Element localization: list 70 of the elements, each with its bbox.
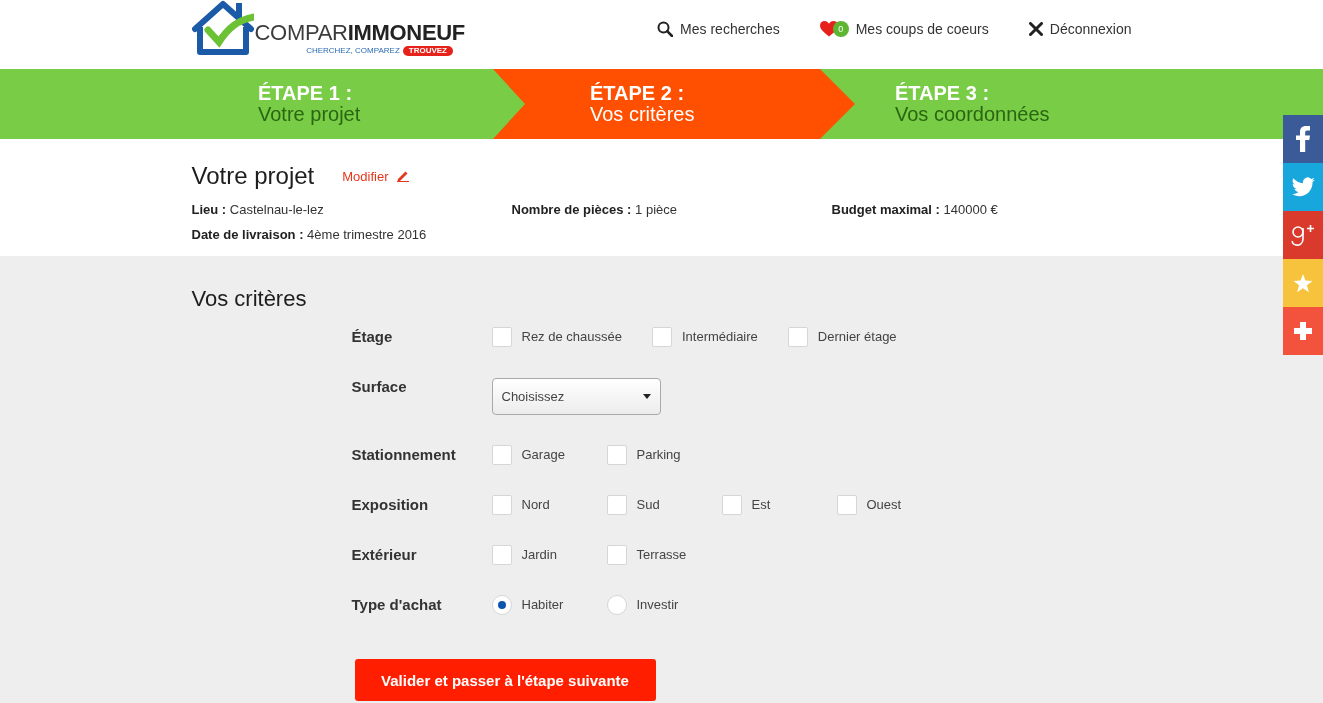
edit-link[interactable]: Modifier — [342, 168, 409, 184]
detail-label: Nombre de pièces : — [511, 202, 632, 217]
detail-value: 140000 € — [943, 202, 998, 217]
checkbox[interactable] — [721, 495, 742, 515]
checkbox[interactable] — [606, 445, 627, 465]
step-subtitle: Votre projet — [258, 104, 362, 125]
checkbox[interactable] — [787, 327, 808, 347]
submit-button[interactable]: Valider et passer à l'étape suivante — [354, 659, 656, 701]
step-subtitle: Vos critères — [590, 104, 696, 125]
star-icon — [1293, 273, 1313, 293]
step-title: ÉTAPE 2 : — [590, 83, 686, 104]
google-plus-icon — [1291, 224, 1315, 246]
checkbox[interactable] — [606, 545, 627, 565]
share-button[interactable] — [1283, 211, 1323, 259]
checkbox[interactable] — [491, 445, 512, 465]
checkbox[interactable] — [491, 495, 512, 515]
logo-tagline: CHERCHEZ, COMPAREZ — [306, 46, 400, 56]
option-label: Parking — [636, 446, 681, 464]
option-label: Ouest — [866, 496, 902, 514]
detail-value: 4ème trimestre 2016 — [307, 227, 427, 242]
field-label: Surface — [351, 377, 408, 397]
close-icon — [1028, 22, 1043, 36]
checkbox[interactable] — [606, 495, 627, 515]
field-label: Type d'achat — [351, 595, 443, 615]
nav-link[interactable]: Déconnexion — [1028, 20, 1132, 38]
option-label: Est — [751, 496, 771, 514]
option-label: Dernier étage — [817, 328, 897, 346]
logo-highlight: TROUVEZ — [402, 46, 453, 56]
house-check-icon — [191, 0, 254, 56]
logo-text: COMPARIMMONEUF — [254, 20, 465, 46]
option-label: Nord — [521, 496, 550, 514]
option-label: Intermédiaire — [681, 328, 758, 346]
search-icon — [657, 21, 674, 37]
share-button[interactable] — [1283, 307, 1323, 355]
option-label: Habiter — [521, 596, 564, 614]
facebook-icon — [1296, 126, 1310, 152]
pencil-icon — [396, 170, 409, 182]
share-button[interactable] — [1283, 115, 1323, 163]
nav-link[interactable]: Mes recherches — [657, 20, 780, 38]
section-title: Vos critères — [191, 285, 308, 313]
option-label: Garage — [521, 446, 565, 464]
step-subtitle: Vos coordonnées — [895, 104, 1051, 125]
detail-label: Lieu : — [191, 202, 227, 217]
option-label: Sud — [636, 496, 660, 514]
step-title: ÉTAPE 3 : — [895, 83, 991, 104]
checkbox[interactable] — [836, 495, 857, 515]
radio-button[interactable] — [491, 595, 512, 615]
caret-icon — [642, 394, 651, 399]
checkbox[interactable] — [491, 327, 512, 347]
plus-icon — [1294, 322, 1312, 340]
nav-link[interactable]: 0 Mes coups de coeurs — [819, 20, 989, 38]
detail-value: Castelnau-le-lez — [229, 202, 324, 217]
radio-button[interactable] — [606, 595, 627, 615]
field-label: Stationnement — [351, 445, 457, 465]
dropdown[interactable]: Choisissez — [491, 378, 661, 415]
option-label: Investir — [636, 596, 679, 614]
bird-icon — [1291, 177, 1315, 197]
option-label: Rez de chaussée — [521, 328, 622, 346]
detail-label: Budget maximal : — [831, 202, 940, 217]
option-label: Terrasse — [636, 546, 687, 564]
field-label: Extérieur — [351, 545, 418, 565]
section-title: Votre projet — [191, 161, 315, 191]
step-title: ÉTAPE 1 : — [258, 83, 354, 104]
detail-label: Date de livraison : — [191, 227, 304, 242]
option-label: Jardin — [521, 546, 557, 564]
field-label: Étage — [351, 327, 394, 347]
checkbox[interactable] — [651, 327, 672, 347]
detail-value: 1 pièce — [635, 202, 677, 217]
checkbox[interactable] — [491, 545, 512, 565]
field-label: Exposition — [351, 495, 430, 515]
